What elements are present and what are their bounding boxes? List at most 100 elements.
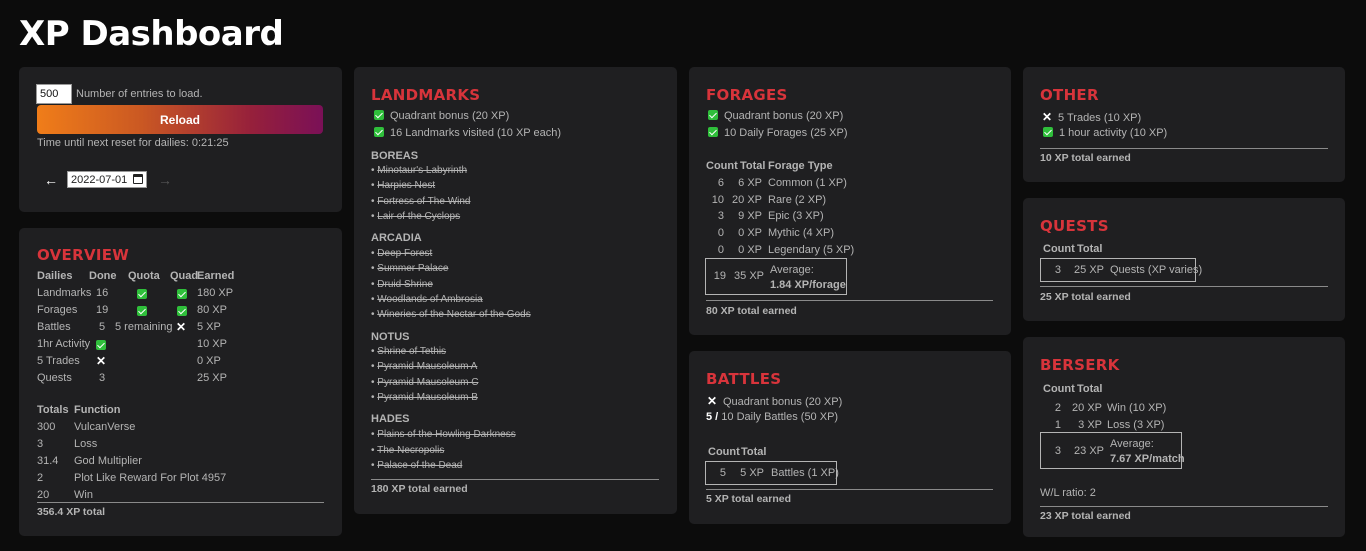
landmark-item: • Woodlands of Ambrosia bbox=[371, 294, 483, 305]
forages-quadrant-bonus: Quadrant bonus (20 XP) bbox=[708, 110, 843, 122]
function-header: Function bbox=[74, 404, 121, 416]
forage-count: 3 bbox=[717, 210, 724, 222]
totals-function: God Multiplier bbox=[74, 455, 142, 467]
landmark-item: • Lair of the Cyclops bbox=[371, 211, 461, 222]
forages-header-type: Forage Type bbox=[768, 160, 833, 172]
overview-header-dailies: Dailies bbox=[37, 270, 73, 282]
totals-value: 300 bbox=[37, 421, 56, 433]
battles-quadrant-bonus: ✕ Quadrant bonus (20 XP) bbox=[707, 394, 843, 408]
check-icon bbox=[374, 127, 384, 137]
calendar-icon[interactable] bbox=[133, 174, 143, 184]
forage-count: 6 bbox=[717, 177, 724, 189]
battles-daily: 5 / 10 Daily Battles (50 XP) bbox=[706, 411, 839, 423]
quests-header-count: Count bbox=[1043, 243, 1075, 255]
berserk-total: 3 XP bbox=[1078, 419, 1102, 431]
divider bbox=[1040, 148, 1328, 149]
forage-type: Rare (2 XP) bbox=[768, 194, 827, 206]
forages-summary-total: 35 XP bbox=[734, 270, 764, 282]
overview-row-done: 5 bbox=[99, 321, 106, 333]
other-trades: ✕ 5 Trades (10 XP) bbox=[1042, 110, 1142, 124]
totals-header: Totals bbox=[37, 404, 69, 416]
landmark-item: • Pyramid Mausoleum A bbox=[371, 361, 478, 372]
berserk-total: 23 XP total earned bbox=[1040, 510, 1131, 522]
other-heading: OTHER bbox=[1040, 86, 1099, 104]
forage-total: 6 XP bbox=[738, 177, 762, 189]
berserk-header-count: Count bbox=[1043, 383, 1075, 395]
check-icon bbox=[708, 110, 718, 120]
forage-count: 0 bbox=[717, 244, 724, 256]
region-heading: ARCADIA bbox=[371, 232, 422, 244]
divider bbox=[706, 300, 993, 301]
overview-heading: OVERVIEW bbox=[37, 246, 130, 264]
reload-button[interactable]: Reload bbox=[37, 105, 323, 134]
forage-type: Mythic (4 XP) bbox=[768, 227, 835, 239]
quota-check-icon bbox=[137, 306, 147, 316]
check-icon bbox=[1043, 127, 1053, 137]
page-title: XP Dashboard bbox=[19, 14, 284, 54]
quests-heading: QUESTS bbox=[1040, 217, 1109, 235]
overview-row-name: Battles bbox=[37, 321, 71, 333]
landmark-item: • Minotaur's Labyrinth bbox=[371, 165, 468, 176]
totals-function: Plot Like Reward For Plot 4957 bbox=[74, 472, 227, 484]
prev-day-arrow-icon[interactable]: ← bbox=[44, 172, 58, 188]
overview-row-earned: 5 XP bbox=[197, 321, 221, 333]
overview-row-quota-text: 5 remaining bbox=[115, 321, 173, 333]
quests-total: 25 XP total earned bbox=[1040, 291, 1131, 303]
berserk-summary-count: 3 bbox=[1054, 445, 1061, 457]
other-total: 10 XP total earned bbox=[1040, 152, 1131, 164]
overview-row-earned: 180 XP bbox=[197, 287, 234, 299]
landmark-item: • Palace of the Dead bbox=[371, 460, 463, 471]
region-heading: BOREAS bbox=[371, 150, 419, 162]
battles-heading: BATTLES bbox=[706, 370, 782, 388]
quota-check-icon bbox=[137, 289, 147, 299]
x-icon: ✕ bbox=[1042, 110, 1053, 124]
forages-daily: 10 Daily Forages (25 XP) bbox=[708, 127, 848, 139]
forages-header-total: Total bbox=[740, 160, 766, 172]
divider bbox=[371, 479, 659, 480]
battles-header-count: Count bbox=[708, 446, 740, 458]
divider bbox=[37, 502, 324, 503]
forage-type: Legendary (5 XP) bbox=[768, 244, 855, 256]
berserk-total: 20 XP bbox=[1072, 402, 1102, 414]
totals-value: 20 bbox=[37, 489, 50, 501]
reset-timer-text: Time until next reset for dailies: 0:21:… bbox=[37, 137, 229, 149]
done-x-icon: ✕ bbox=[96, 354, 107, 368]
divider bbox=[1040, 286, 1328, 287]
forages-summary-count: 19 bbox=[713, 270, 726, 282]
check-icon bbox=[708, 127, 718, 137]
entries-label: Number of entries to load. bbox=[76, 88, 203, 100]
landmarks-total: 180 XP total earned bbox=[371, 483, 468, 495]
next-day-arrow-icon[interactable]: → bbox=[158, 172, 172, 188]
landmark-item: • Druid Shrine bbox=[371, 279, 433, 290]
overview-total-xp: 356.4 XP total bbox=[37, 506, 106, 518]
quad-check-icon bbox=[177, 289, 187, 299]
overview-row-done: 3 bbox=[99, 372, 106, 384]
forages-header-count: Count bbox=[706, 160, 738, 172]
other-card bbox=[1023, 67, 1345, 182]
totals-value: 3 bbox=[37, 438, 44, 450]
landmarks-heading: LANDMARKS bbox=[371, 86, 481, 104]
quests-total: 25 XP bbox=[1074, 264, 1104, 276]
forage-total: 0 XP bbox=[738, 227, 762, 239]
overview-row-name: 5 Trades bbox=[37, 355, 80, 367]
overview-row-earned: 10 XP bbox=[197, 338, 227, 350]
landmark-item: • Wineries of the Nectar of the Gods bbox=[371, 309, 531, 320]
forages-total: 80 XP total earned bbox=[706, 305, 797, 317]
overview-row-earned: 0 XP bbox=[197, 355, 221, 367]
quad-x-icon: ✕ bbox=[176, 320, 187, 334]
totals-function: Win bbox=[74, 489, 93, 501]
forage-count: 0 bbox=[717, 227, 724, 239]
entries-input[interactable] bbox=[36, 84, 72, 104]
landmark-item: • Pyramid Mausoleum B bbox=[371, 392, 478, 403]
overview-row-name: 1hr Activity bbox=[37, 338, 91, 350]
region-heading: HADES bbox=[371, 413, 410, 425]
battles-total: 5 XP bbox=[740, 467, 764, 479]
berserk-wl-ratio: W/L ratio: 2 bbox=[1040, 487, 1096, 499]
forage-total: 9 XP bbox=[738, 210, 762, 222]
overview-row-name: Quests bbox=[37, 372, 72, 384]
landmark-item: • Harpies Nest bbox=[371, 180, 436, 191]
overview-header-done: Done bbox=[89, 270, 117, 282]
forage-total: 20 XP bbox=[732, 194, 762, 206]
forage-type: Common (1 XP) bbox=[768, 177, 847, 189]
totals-value: 31.4 bbox=[37, 455, 59, 467]
